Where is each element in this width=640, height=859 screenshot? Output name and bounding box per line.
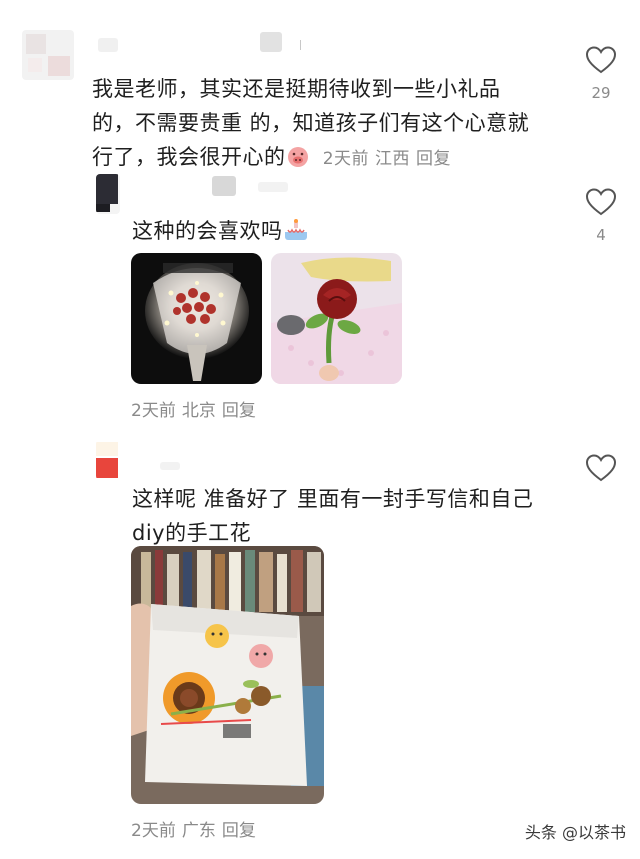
- comment-time: 2天前: [131, 401, 176, 421]
- comment-location: 广东: [181, 821, 216, 841]
- username-separator: [296, 40, 301, 50]
- like-heart-icon[interactable]: [585, 46, 617, 74]
- bouquet-photo[interactable]: [131, 253, 262, 384]
- comment-text: 我是老师，其实还是挺期待收到一些小礼品 的，不需要贵重 的，知道孩子们有这个心意…: [92, 72, 529, 178]
- comment-location: 江西: [375, 149, 411, 169]
- like-heart-icon[interactable]: [585, 188, 617, 216]
- source-watermark: 头条 @以茶书: [524, 823, 626, 842]
- comment-meta: 2天前 北京 回复: [131, 399, 262, 423]
- comment-time: 2天前: [131, 821, 176, 841]
- avatar[interactable]: [96, 440, 120, 480]
- reply-button[interactable]: 回复: [416, 149, 451, 169]
- comment-time: 2天前: [322, 149, 370, 169]
- reply-button[interactable]: 回复: [222, 821, 256, 841]
- like-count: 4: [596, 226, 606, 244]
- username-blurred[interactable]: [212, 176, 236, 196]
- comment-text: 这种的会喜欢吗: [132, 214, 309, 252]
- username-blurred[interactable]: [98, 38, 118, 52]
- cake-emoji: [283, 218, 309, 252]
- pig-face-emoji: [286, 144, 310, 178]
- avatar[interactable]: [22, 30, 74, 80]
- like-heart-icon[interactable]: [585, 454, 617, 482]
- comment-location: 北京: [181, 401, 216, 421]
- reply-button[interactable]: 回复: [222, 401, 256, 421]
- like-count: 29: [591, 84, 611, 102]
- comment-meta: 2天前 广东 回复: [131, 819, 262, 843]
- username-blurred[interactable]: [160, 462, 180, 470]
- gift-bag-photo[interactable]: [131, 546, 324, 804]
- comment-text: 这样呢 准备好了 里面有一封手写信和自己 diy的手工花: [132, 487, 534, 545]
- username-blurred: [258, 182, 288, 192]
- username-blurred: [260, 32, 282, 52]
- avatar[interactable]: [96, 174, 120, 214]
- crochet-rose-photo[interactable]: [271, 253, 402, 384]
